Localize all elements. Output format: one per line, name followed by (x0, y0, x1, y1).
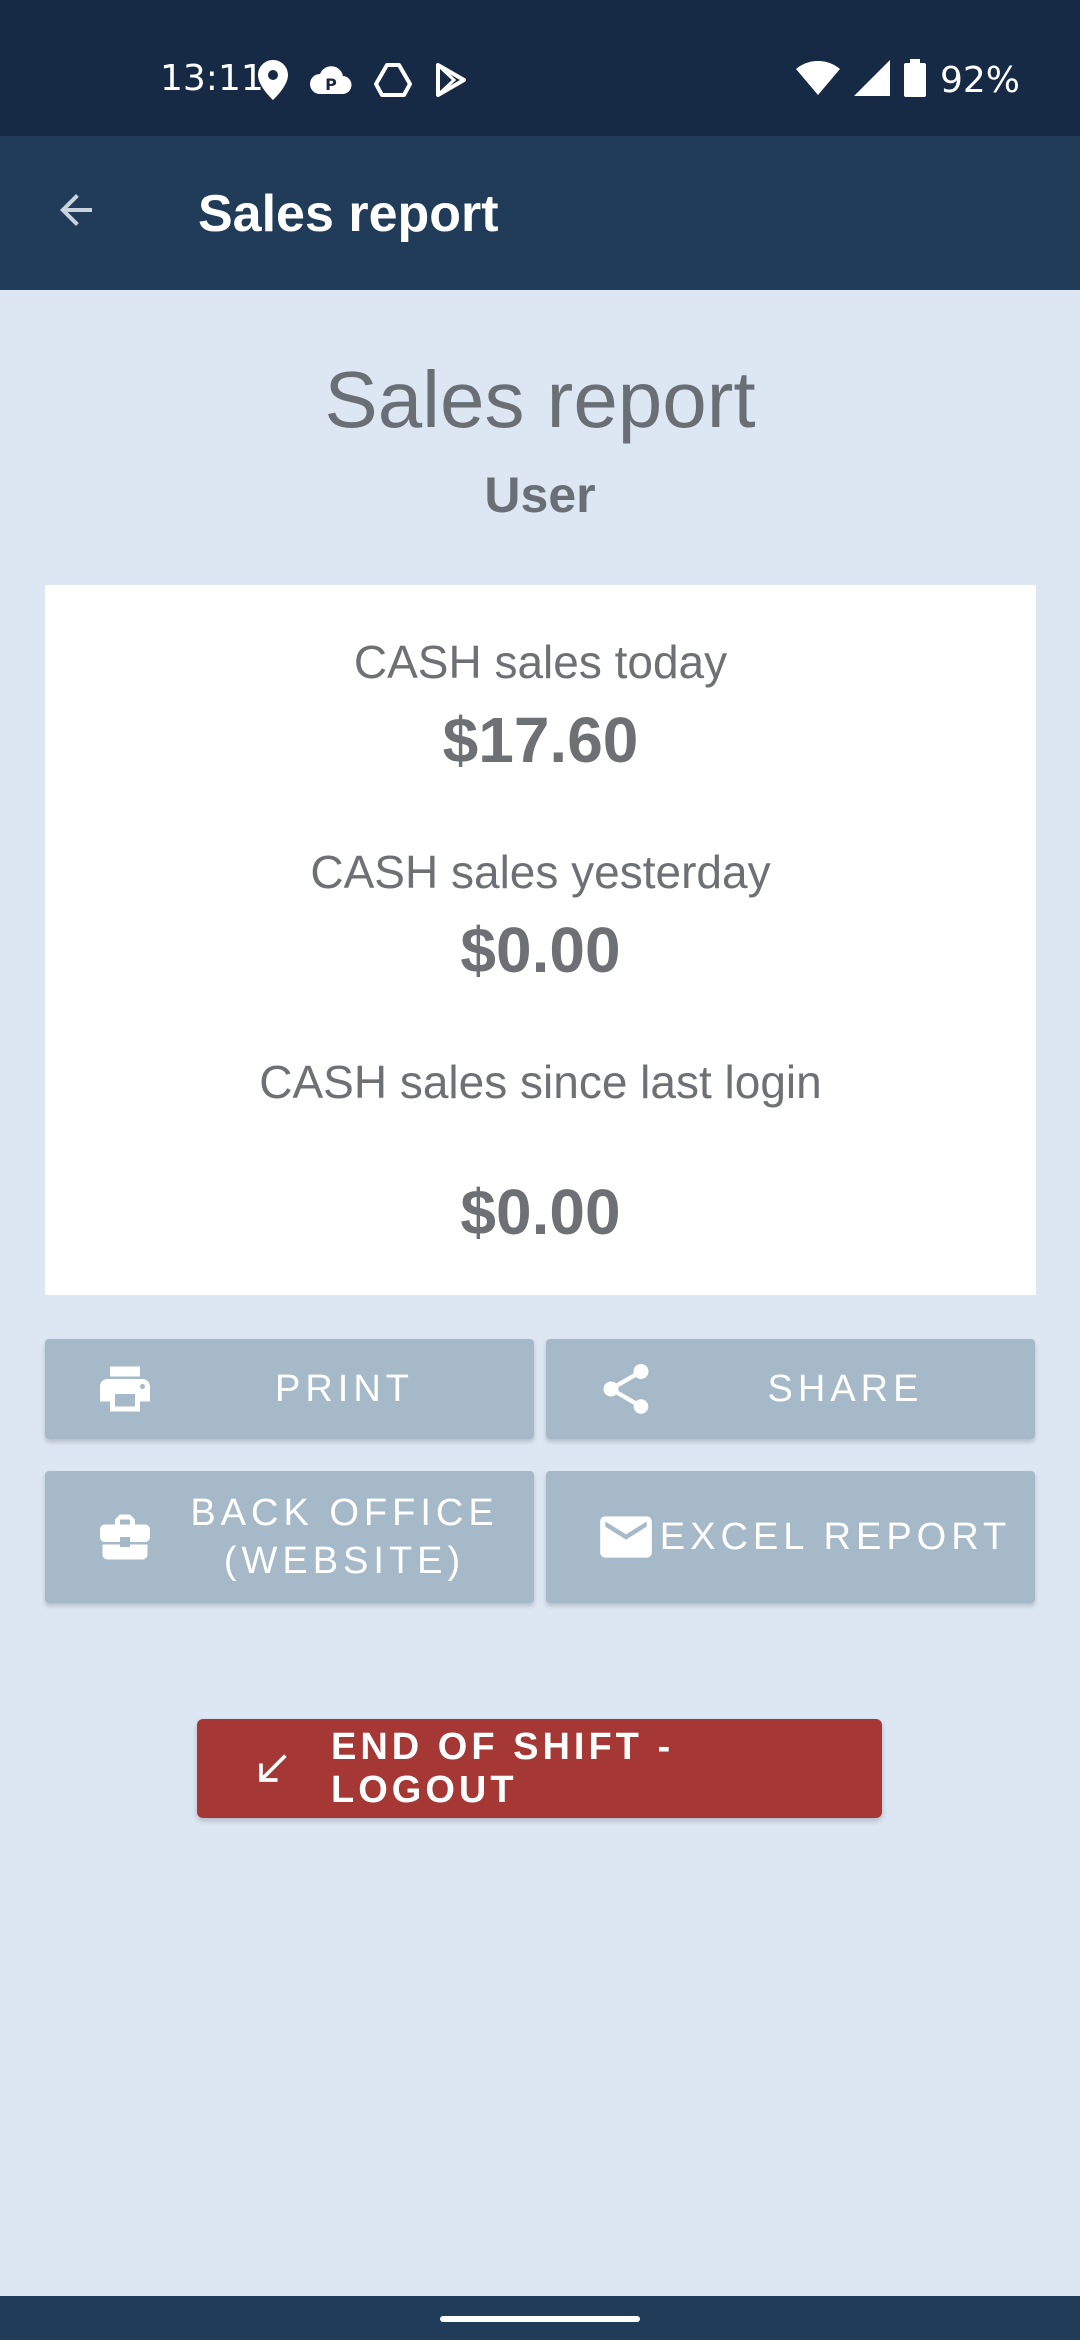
arrow-down-left-icon (247, 1744, 297, 1794)
print-label: PRINT (275, 1368, 414, 1410)
signal-icon (853, 59, 890, 101)
cash-today-label: CASH sales today (353, 636, 728, 688)
arrow-back-icon (52, 186, 100, 239)
logout-label: END OF SHIFT - LOGOUT (331, 1725, 675, 1811)
app-bar-title: Sales report (198, 185, 499, 243)
play-store-icon (434, 62, 468, 103)
parking-cloud-icon: P (310, 64, 352, 101)
share-button[interactable]: SHARE (546, 1339, 1035, 1439)
excel-report-label: EXCEL REPORT (659, 1516, 1012, 1558)
cash-yesterday-label: CASH sales yesterday (310, 846, 771, 898)
status-time: 13:11 (160, 58, 264, 99)
back-office-label: BACK OFFICE (WEBSITE) (175, 1489, 514, 1585)
status-icons-left: P (258, 59, 468, 105)
location-icon (258, 59, 288, 105)
printer-icon (93, 1357, 157, 1421)
report-user: User (484, 467, 596, 523)
wifi-icon (795, 60, 840, 100)
navigation-bar (0, 2296, 1080, 2340)
svg-text:P: P (325, 75, 337, 94)
cash-yesterday-value: $0.00 (460, 914, 621, 986)
report-title: Sales report (324, 355, 756, 444)
share-icon (594, 1357, 658, 1421)
excel-report-button[interactable]: EXCEL REPORT (546, 1471, 1035, 1603)
app-bar: Sales report (0, 136, 1080, 290)
status-icons-right: 92% (795, 58, 1020, 102)
battery-icon (903, 58, 926, 102)
back-office-label-line2: (WEBSITE) (223, 1540, 466, 1582)
battery-percent: 92% (939, 59, 1020, 101)
cash-today-value: $17.60 (442, 704, 639, 776)
back-office-button[interactable]: BACK OFFICE (WEBSITE) (45, 1471, 534, 1603)
drive-icon (374, 62, 412, 102)
sales-summary-card: CASH sales today $17.60 CASH sales yeste… (45, 585, 1036, 1295)
back-office-label-line1: BACK OFFICE (190, 1492, 499, 1534)
home-gesture-handle[interactable] (440, 2316, 640, 2322)
cash-since-login-label: CASH sales since last login (259, 1056, 822, 1108)
briefcase-icon (93, 1505, 157, 1569)
share-label: SHARE (767, 1368, 924, 1410)
cash-since-login-value: $0.00 (460, 1176, 621, 1248)
print-button[interactable]: PRINT (45, 1339, 534, 1439)
end-of-shift-logout-button[interactable]: END OF SHIFT - LOGOUT (197, 1719, 882, 1818)
status-bar: 13:11 P 92% (0, 0, 1080, 136)
back-button[interactable] (36, 172, 116, 252)
mail-icon (594, 1505, 658, 1569)
